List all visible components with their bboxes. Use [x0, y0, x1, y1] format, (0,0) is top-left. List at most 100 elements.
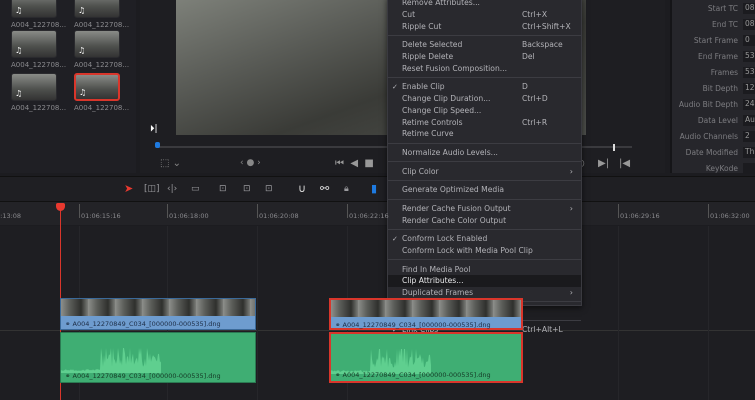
ruler-timecode: 01:06:22:16: [349, 212, 389, 220]
linked-selection-icon[interactable]: ⚯: [320, 182, 329, 195]
video-clip[interactable]: ⚭ A004_12270849_C034_[000000-000535].dng: [60, 298, 256, 330]
menu-separator: [388, 259, 581, 260]
inspector-value[interactable]: [743, 163, 755, 174]
menu-item-label: Find In Media Pool: [402, 265, 470, 274]
inspector-value[interactable]: 12: [743, 83, 755, 94]
mark-out-icon[interactable]: ⏵|: [150, 124, 158, 134]
menu-item-label: Delete Selected: [402, 40, 462, 49]
clip-name-text: A004_12270849_C034_[000000-000535].dng: [73, 320, 221, 328]
menu-item-label: Retime Controls: [402, 118, 463, 127]
inspector-value[interactable]: Th: [743, 147, 755, 158]
inspector-value[interactable]: 536: [743, 67, 755, 78]
menu-item[interactable]: Render Cache Color Output: [388, 214, 581, 226]
submenu-arrow-icon: ›: [570, 288, 573, 297]
audio-note-icon: ♫: [79, 88, 86, 97]
lock-icon[interactable]: 🔒︎: [344, 184, 349, 194]
menu-item[interactable]: Cut Ctrl+X: [388, 9, 581, 21]
menu-item[interactable]: Clip Attributes...: [388, 275, 581, 287]
menu-item[interactable]: Change Clip Speed...: [388, 105, 581, 117]
nav-arrows[interactable]: ‹ ● ›: [240, 158, 261, 168]
media-pool-clip[interactable]: ♫: [74, 0, 120, 18]
menu-item[interactable]: Ripple Cut Ctrl+Shift+X: [388, 20, 581, 32]
ruler-timecode: 01:06:18:00: [169, 212, 209, 220]
clip-name: ⚭ A004_12270849_C034_[000000-000535].dng: [61, 316, 255, 328]
inspector-label: Data Level: [698, 116, 738, 125]
menu-item-label: Render Cache Fusion Output: [402, 204, 511, 213]
audio-note-icon: ♫: [15, 6, 22, 15]
menu-item[interactable]: Remove Attributes...: [388, 0, 581, 9]
menu-item-label: Ripple Cut: [402, 22, 441, 31]
menu-separator: [388, 77, 581, 78]
scrubber-end-handle[interactable]: [613, 144, 615, 151]
inspector-label: End Frame: [698, 52, 738, 61]
inspector-value[interactable]: 0: [743, 35, 755, 46]
menu-item[interactable]: Generate Optimized Media: [388, 184, 581, 196]
selection-tool-icon[interactable]: ➤: [124, 182, 133, 195]
media-pool-clip[interactable]: ♫: [74, 73, 120, 101]
inspector-value[interactable]: 24: [743, 99, 755, 110]
dynamic-trim-icon[interactable]: ‹|›: [167, 184, 177, 194]
menu-separator: [388, 180, 581, 181]
inspector-value[interactable]: 08:: [743, 19, 755, 30]
menu-item-label: Clip Attributes...: [402, 276, 463, 285]
menu-item-label: Generate Optimized Media: [402, 185, 504, 194]
menu-item[interactable]: Change Clip Duration... Ctrl+D: [388, 93, 581, 105]
link-icon: ⚭: [65, 372, 73, 380]
menu-item[interactable]: Conform Lock with Media Pool Clip: [388, 245, 581, 257]
audio-clip[interactable]: ⚭ A004_12270849_C034_[000000-000535].dng: [60, 332, 256, 383]
menu-item[interactable]: ✓ Enable Clip D: [388, 81, 581, 93]
menu-item[interactable]: Retime Curve: [388, 128, 581, 140]
media-pool-clip[interactable]: ♫: [11, 73, 57, 101]
replace-clip-icon[interactable]: ⊡: [265, 184, 273, 194]
track-divider: [0, 330, 755, 331]
menu-item[interactable]: Normalize Audio Levels...: [388, 147, 581, 159]
video-clip[interactable]: ⚭ A004_12270849_C034_[000000-000535].dng: [329, 298, 523, 330]
menu-item-label: Reset Fusion Composition...: [402, 64, 507, 73]
audio-clip[interactable]: ⚭ A004_12270849_C034_[000000-000535].dng: [329, 332, 523, 383]
overwrite-clip-icon[interactable]: ⊡: [243, 184, 251, 194]
menu-item-label: Clip Color: [402, 167, 439, 176]
link-icon: ⚭: [65, 320, 73, 328]
menu-item[interactable]: Find In Media Pool: [388, 263, 581, 275]
blade-tool-icon[interactable]: ▭: [191, 184, 200, 194]
crop-icon[interactable]: ⬚ ⌄: [160, 158, 181, 169]
clip-label: A004_122708...: [11, 21, 66, 29]
ruler-timecode: 01:06:29:16: [620, 212, 660, 220]
clip-filmstrip: [61, 299, 255, 316]
menu-item-label: Change Clip Speed...: [402, 106, 481, 115]
scrubber-handle[interactable]: [155, 142, 160, 148]
menu-item-shortcut: Ctrl+Alt+L: [522, 325, 563, 334]
inspector-value[interactable]: 2: [743, 131, 755, 142]
ruler-tick: [167, 204, 168, 218]
next-frame-icon[interactable]: ▶|: [598, 158, 609, 169]
media-pool-clip[interactable]: ♫: [74, 30, 120, 58]
menu-item[interactable]: Clip Color ›: [388, 165, 581, 177]
transport-controls[interactable]: ⏮ ◀ ■: [335, 158, 374, 169]
inspector-label: Audio Channels: [680, 132, 738, 141]
media-pool-clip[interactable]: ♫: [11, 0, 57, 18]
inspector-value[interactable]: 08:: [743, 3, 755, 14]
media-pool-clip[interactable]: ♫: [11, 30, 57, 58]
menu-item[interactable]: Ripple Delete Del: [388, 51, 581, 63]
checkmark-icon: ✓: [392, 235, 398, 243]
last-frame-icon[interactable]: |◀: [619, 158, 630, 169]
menu-item[interactable]: Reset Fusion Composition...: [388, 62, 581, 74]
inspector-value[interactable]: Au: [743, 115, 755, 126]
insert-clip-icon[interactable]: ⊡: [219, 184, 227, 194]
menu-item[interactable]: Retime Controls Ctrl+R: [388, 116, 581, 128]
menu-item-label: Conform Lock Enabled: [402, 234, 487, 243]
menu-item[interactable]: Delete Selected Backspace: [388, 39, 581, 51]
menu-item-label: Normalize Audio Levels...: [402, 148, 498, 157]
menu-item[interactable]: ✓ Conform Lock Enabled: [388, 233, 581, 245]
menu-item[interactable]: Render Cache Fusion Output ›: [388, 203, 581, 215]
audio-note-icon: ♫: [15, 89, 22, 98]
menu-item-shortcut: Del: [522, 52, 535, 61]
menu-item-label: Remove Attributes...: [402, 0, 480, 7]
menu-item[interactable]: Duplicated Frames ›: [388, 287, 581, 299]
audio-note-icon: ♫: [78, 6, 85, 15]
inspector-label: Audio Bit Depth: [679, 100, 738, 109]
flag-icon[interactable]: ▮: [371, 182, 377, 195]
trim-tool-icon[interactable]: [◫]: [144, 184, 160, 194]
snapping-icon[interactable]: ∪: [298, 182, 306, 195]
inspector-value[interactable]: 535: [743, 51, 755, 62]
